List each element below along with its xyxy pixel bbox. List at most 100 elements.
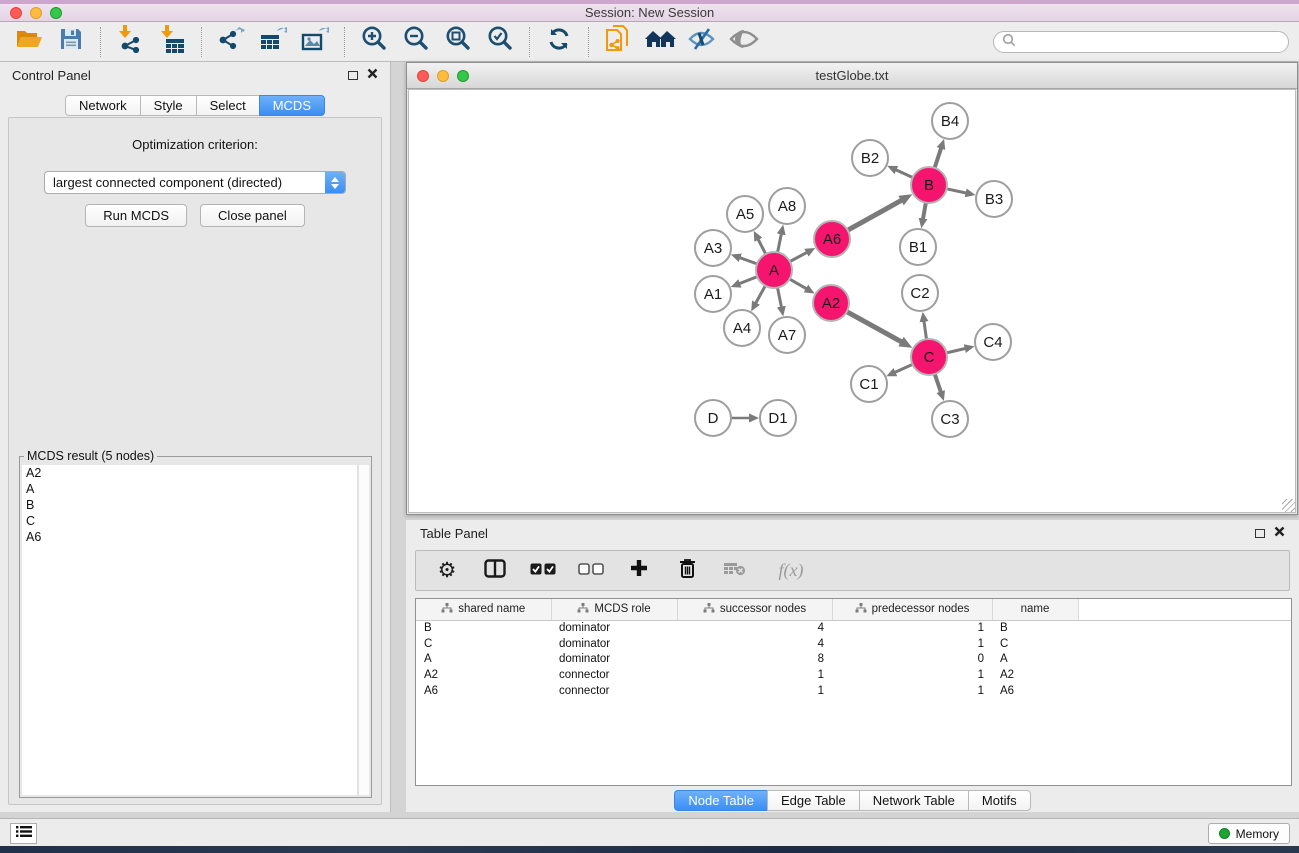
- graph-node-A5[interactable]: A5: [727, 196, 763, 232]
- run-mcds-button[interactable]: Run MCDS: [85, 204, 187, 227]
- apply-layout-button[interactable]: [544, 27, 574, 57]
- graph-edge-B-B1[interactable]: [923, 203, 926, 220]
- table-row[interactable]: A6connector11A6: [416, 683, 1291, 699]
- show-graphics-details-button[interactable]: [729, 27, 759, 57]
- graph-node-A1[interactable]: A1: [695, 276, 731, 312]
- graph-edge-A-A4[interactable]: [756, 286, 766, 304]
- graph-edge-C-C2[interactable]: [924, 321, 927, 339]
- table-row[interactable]: A2connector11A2: [416, 667, 1291, 683]
- graph-node-B[interactable]: B: [911, 167, 947, 203]
- tab-select[interactable]: Select: [196, 95, 259, 116]
- copy-network-button[interactable]: [603, 27, 633, 57]
- save-session-button[interactable]: [56, 27, 86, 57]
- graph-edge-C-C3[interactable]: [935, 374, 941, 392]
- graph-edge-B-B3[interactable]: [947, 189, 967, 193]
- graph-node-B3[interactable]: B3: [976, 181, 1012, 217]
- graph-node-B4[interactable]: B4: [932, 103, 968, 139]
- import-table-button[interactable]: [157, 27, 187, 57]
- deselect-all-button[interactable]: [578, 558, 604, 584]
- graph-edge-A-A3[interactable]: [739, 257, 757, 263]
- tab-edge-table[interactable]: Edge Table: [767, 790, 859, 811]
- graph-edge-A-A7[interactable]: [778, 288, 782, 308]
- graph-edge-C-C1[interactable]: [895, 364, 913, 372]
- table-cell[interactable]: 1: [832, 683, 992, 699]
- graph-node-C1[interactable]: C1: [851, 366, 887, 402]
- graph-edge-A-A1[interactable]: [739, 277, 757, 284]
- graph-node-B1[interactable]: B1: [900, 229, 936, 265]
- zoom-fit-button[interactable]: [443, 27, 473, 57]
- mcds-result-item[interactable]: B: [22, 497, 357, 513]
- table-settings-button[interactable]: ⚙: [434, 558, 460, 584]
- graph-node-A4[interactable]: A4: [724, 310, 760, 346]
- graph-edge-A-A6[interactable]: [790, 252, 807, 261]
- export-image-button[interactable]: [300, 27, 330, 57]
- home-button[interactable]: [645, 27, 675, 57]
- column-header[interactable]: successor nodes: [677, 599, 832, 620]
- graph-edge-A2-C[interactable]: [847, 312, 902, 342]
- column-header[interactable]: shared name: [416, 599, 551, 620]
- graph-node-A6[interactable]: A6: [814, 221, 850, 257]
- table-cell[interactable]: dominator: [551, 651, 677, 667]
- graph-node-A3[interactable]: A3: [695, 230, 731, 266]
- table-cell[interactable]: A6: [416, 683, 551, 699]
- graph-node-A2[interactable]: A2: [813, 285, 849, 321]
- hide-graphics-details-button[interactable]: [687, 27, 717, 57]
- show-columns-button[interactable]: [482, 558, 508, 584]
- table-cell[interactable]: connector: [551, 667, 677, 683]
- graph-node-C4[interactable]: C4: [975, 324, 1011, 360]
- zoom-out-button[interactable]: [401, 27, 431, 57]
- network-window-titlebar[interactable]: testGlobe.txt: [407, 63, 1297, 89]
- memory-button[interactable]: Memory: [1208, 823, 1290, 844]
- graph-node-D1[interactable]: D1: [760, 400, 796, 436]
- table-cell[interactable]: 8: [677, 651, 832, 667]
- function-builder-button[interactable]: f(x): [770, 558, 812, 584]
- mcds-result-item[interactable]: A2: [22, 465, 357, 481]
- table-cell[interactable]: C: [992, 636, 1078, 652]
- task-history-button[interactable]: [10, 823, 37, 844]
- network-canvas[interactable]: AA1A2A3A4A5A6A7A8BB1B2B3B4CC1C2C3C4DD1: [408, 89, 1296, 513]
- tab-mcds[interactable]: MCDS: [259, 95, 325, 116]
- column-header[interactable]: MCDS role: [551, 599, 677, 620]
- delete-column-button[interactable]: [674, 558, 700, 584]
- graph-node-C[interactable]: C: [911, 339, 947, 375]
- search-input[interactable]: [1020, 33, 1288, 51]
- select-all-button[interactable]: [530, 558, 556, 584]
- graph-edge-B-B4[interactable]: [935, 148, 942, 168]
- table-cell[interactable]: dominator: [551, 636, 677, 652]
- graph-node-C2[interactable]: C2: [902, 275, 938, 311]
- graph-edge-B-B2[interactable]: [895, 170, 912, 178]
- tab-network-table[interactable]: Network Table: [859, 790, 968, 811]
- graph-edge-C-C4[interactable]: [947, 348, 966, 353]
- graph-edge-A-A2[interactable]: [790, 279, 807, 289]
- mcds-result-item[interactable]: C: [22, 513, 357, 529]
- table-cell[interactable]: 4: [677, 620, 832, 636]
- table-cell[interactable]: A: [992, 651, 1078, 667]
- open-session-button[interactable]: [14, 27, 44, 57]
- column-header[interactable]: predecessor nodes: [832, 599, 992, 620]
- create-column-button[interactable]: [626, 558, 652, 584]
- table-cell[interactable]: 0: [832, 651, 992, 667]
- tab-motifs[interactable]: Motifs: [968, 790, 1031, 811]
- table-row[interactable]: Bdominator41B: [416, 620, 1291, 636]
- graph-node-A[interactable]: A: [756, 252, 792, 288]
- delete-table-button[interactable]: [722, 558, 748, 584]
- tab-node-table[interactable]: Node Table: [674, 790, 767, 811]
- table-cell[interactable]: 1: [677, 683, 832, 699]
- mcds-result-item[interactable]: A: [22, 481, 357, 497]
- criterion-dropdown[interactable]: largest connected component (directed): [44, 171, 346, 194]
- mcds-result-item[interactable]: A6: [22, 529, 357, 545]
- graph-edge-A-A8[interactable]: [778, 233, 782, 252]
- close-panel-icon[interactable]: [367, 66, 378, 84]
- table-cell[interactable]: A2: [416, 667, 551, 683]
- table-cell[interactable]: dominator: [551, 620, 677, 636]
- import-network-button[interactable]: [115, 27, 145, 57]
- table-cell[interactable]: 1: [677, 667, 832, 683]
- table-row[interactable]: Adominator80A: [416, 651, 1291, 667]
- table-cell[interactable]: B: [992, 620, 1078, 636]
- table-cell[interactable]: 1: [832, 620, 992, 636]
- table-cell[interactable]: 1: [832, 667, 992, 683]
- close-panel-button[interactable]: Close panel: [200, 204, 305, 227]
- graph-node-D[interactable]: D: [695, 400, 731, 436]
- tab-style[interactable]: Style: [140, 95, 196, 116]
- graph-node-C3[interactable]: C3: [932, 401, 968, 437]
